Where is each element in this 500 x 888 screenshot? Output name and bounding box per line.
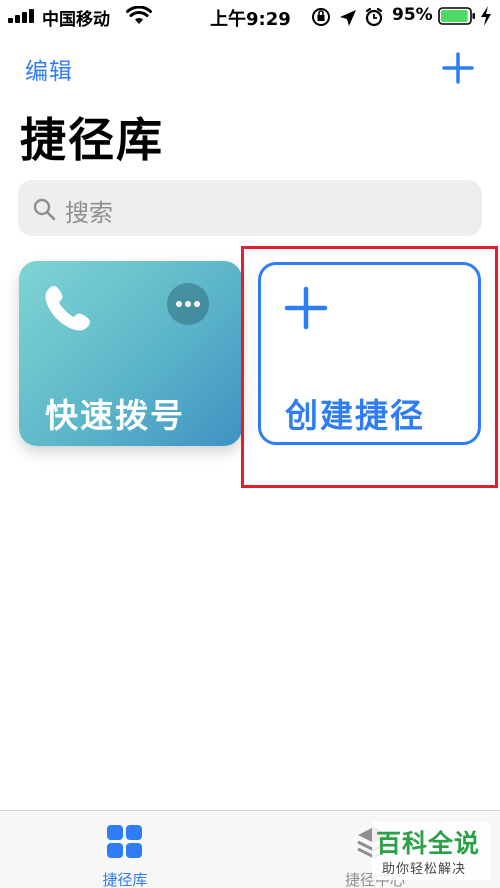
more-icon[interactable] (167, 283, 209, 325)
signal-icon (8, 9, 38, 23)
phone-icon (45, 286, 90, 331)
watermark-subtitle: 助你轻松解决 (382, 862, 467, 877)
status-bar: 中国移动 上午9:29 95% (0, 0, 500, 34)
plus-icon[interactable] (440, 50, 476, 86)
search-input[interactable]: 搜索 (65, 193, 113, 228)
create-shortcut-card[interactable]: 创建捷径 (258, 262, 481, 445)
location-icon (340, 10, 356, 26)
battery-percent: 95% (392, 5, 433, 25)
plus-icon (284, 286, 328, 330)
wifi-icon (126, 6, 152, 24)
charging-icon (481, 6, 491, 26)
status-time: 上午9:29 (210, 9, 291, 30)
search-icon (33, 198, 56, 221)
tab-library-label: 捷径库 (102, 871, 148, 888)
shortcut-card-title: 快速拨号 (45, 396, 185, 435)
tab-library[interactable]: 捷径库 (88, 811, 162, 888)
create-shortcut-label: 创建捷径 (285, 396, 425, 435)
page-title: 捷径库 (20, 113, 164, 167)
carrier-label: 中国移动 (42, 10, 110, 30)
watermark-title: 百科全说 (376, 829, 481, 858)
alarm-icon (365, 7, 383, 27)
battery-icon (438, 7, 475, 25)
orientation-lock-icon (312, 8, 330, 26)
shortcut-card-speed-dial[interactable]: 快速拨号 (19, 261, 242, 446)
search-bar[interactable]: 搜索 (18, 180, 482, 236)
watermark: 百科全说 助你轻松解决 (372, 822, 490, 880)
grid-icon (107, 825, 143, 859)
edit-button[interactable]: 编辑 (25, 52, 73, 86)
status-icons (312, 7, 383, 27)
